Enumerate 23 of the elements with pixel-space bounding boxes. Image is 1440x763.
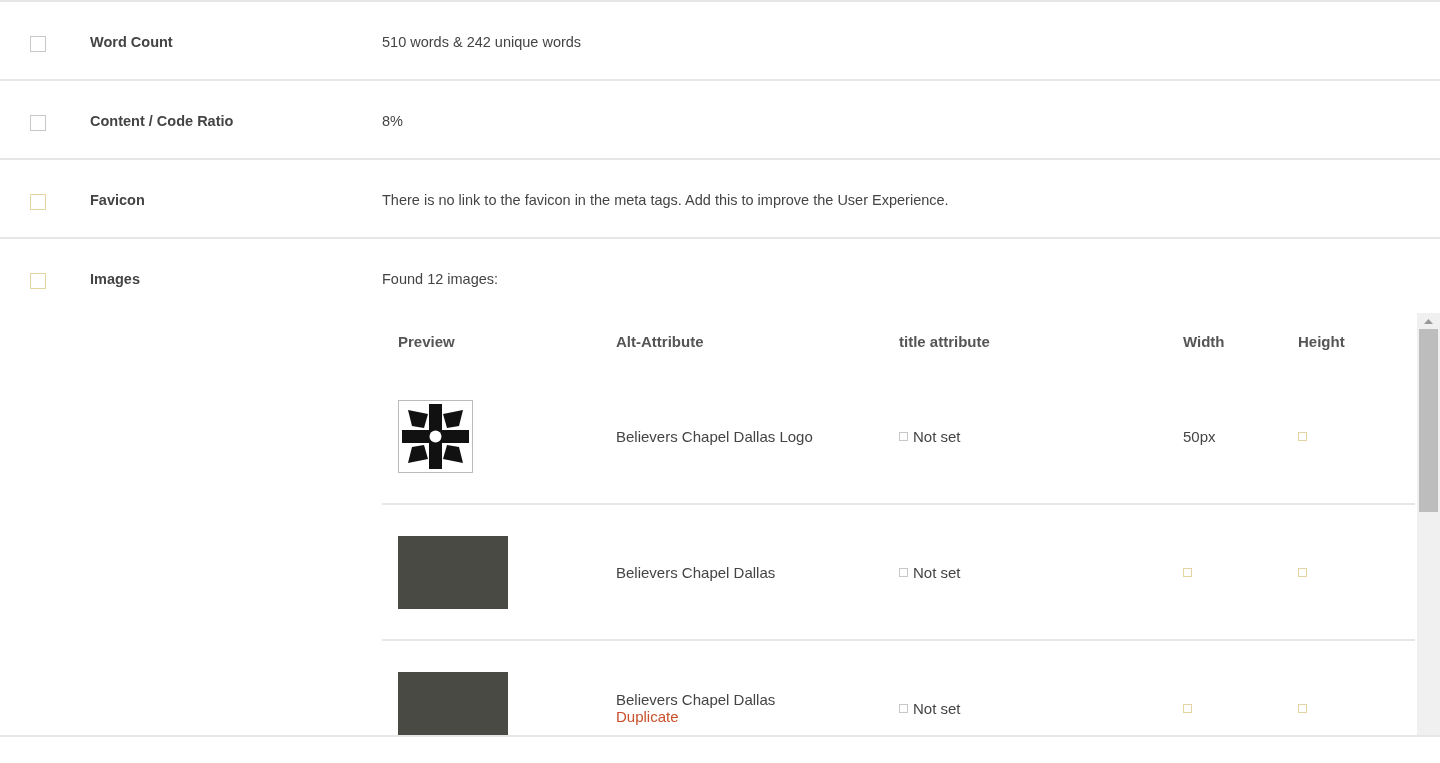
alt-text: Believers Chapel Dallas (616, 691, 777, 708)
check-value: 8% (382, 113, 404, 129)
check-label: Favicon (90, 192, 146, 208)
column-header: Preview (398, 332, 456, 350)
check-value: Found 12 images: (382, 271, 500, 287)
column-header: Alt-Attribute (616, 332, 705, 350)
check-value: There is no link to the favicon in the meta tags. Add this to improve the User Experience. (382, 192, 950, 208)
check-label: Word Count (90, 34, 174, 50)
duplicate-note: Duplicate (616, 708, 680, 725)
attribute-value: Not set (913, 699, 961, 717)
check-label: Images (90, 271, 141, 287)
alt-text: Believers Chapel Dallas Logo (616, 427, 814, 445)
attribute-value: Not set (913, 563, 961, 581)
column-header: Height (1298, 332, 1346, 350)
attribute-value: Not set (913, 427, 961, 445)
check-value: 510 words & 242 unique words (382, 34, 583, 50)
up-arrow-icon[interactable] (1424, 319, 1433, 324)
scrollbar[interactable] (1417, 313, 1440, 735)
alt-text: Believers Chapel Dallas (616, 563, 777, 581)
column-header: Width (1183, 332, 1226, 350)
column-header: title attribute (899, 332, 991, 350)
attribute-value: 50px (1183, 427, 1216, 445)
check-label: Content / Code Ratio (90, 113, 235, 129)
